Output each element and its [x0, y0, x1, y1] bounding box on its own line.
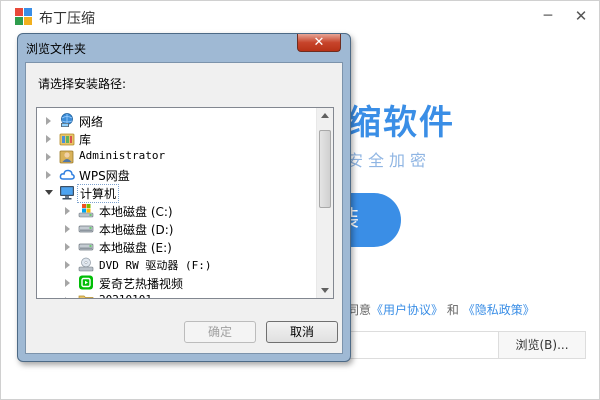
expand-arrow-icon[interactable]: [46, 171, 51, 179]
tree-item-label: Administrator: [79, 149, 166, 162]
hard-drive-icon: [78, 221, 94, 236]
install-path-field[interactable]: [347, 331, 499, 359]
agreement-connector: 和: [446, 303, 459, 317]
user-agreement-link[interactable]: 《用户协议》: [371, 303, 443, 317]
browse-folder-dialog: 浏览文件夹 ✕ 请选择安装路径: 网络 库 Administrator WPS网…: [17, 33, 351, 362]
tree-scrollbar[interactable]: [316, 108, 333, 298]
hard-drive-icon: [78, 239, 94, 254]
browse-button[interactable]: 浏览(B)...: [498, 331, 586, 359]
cloud-drive-icon: [59, 167, 75, 182]
expand-arrow-icon[interactable]: [65, 207, 70, 215]
expand-arrow-icon[interactable]: [65, 243, 70, 251]
user-folder-icon: [59, 149, 75, 164]
expand-arrow-icon[interactable]: [46, 135, 51, 143]
expand-arrow-icon[interactable]: [46, 117, 51, 125]
collapse-arrow-icon[interactable]: [45, 190, 53, 195]
title-bar[interactable]: 布丁压缩 ─ ✕: [1, 1, 600, 35]
expand-arrow-icon[interactable]: [65, 279, 70, 287]
tree-item-label: 本地磁盘 (C:): [99, 205, 173, 219]
network-icon: [59, 113, 75, 128]
scrollbar-thumb[interactable]: [319, 130, 331, 208]
scroll-down-arrow-icon[interactable]: [317, 282, 333, 298]
cancel-button[interactable]: 取消: [266, 321, 338, 343]
privacy-policy-link[interactable]: 《隐私政策》: [463, 303, 535, 317]
expand-arrow-icon[interactable]: [65, 297, 70, 298]
tree-item-label: 20210101: [99, 293, 152, 298]
scroll-up-arrow-icon[interactable]: [317, 108, 333, 124]
tree-item-label: 库: [79, 133, 92, 147]
tree-item-label: WPS网盘: [79, 169, 130, 183]
dialog-body: 请选择安装路径: 网络 库 Administrator WPS网盘 计算机 本地…: [25, 62, 343, 354]
dialog-title: 浏览文件夹: [26, 42, 87, 56]
tree-item-label: 计算机: [77, 184, 120, 203]
iqiyi-icon: [78, 275, 94, 290]
windows-drive-icon: [78, 203, 94, 218]
dialog-prompt: 请选择安装路径:: [38, 77, 127, 91]
tree-item-label: 本地磁盘 (E:): [99, 241, 172, 255]
library-icon: [59, 131, 75, 146]
dvd-drive-icon: [78, 257, 94, 272]
slogan-subtitle: 安全加密: [347, 151, 432, 170]
expand-arrow-icon[interactable]: [65, 225, 70, 233]
app-logo-icon: [15, 8, 32, 25]
close-button[interactable]: ✕: [569, 5, 593, 27]
dialog-close-button[interactable]: ✕: [297, 34, 341, 52]
computer-icon: [59, 185, 75, 200]
slogan-heading: 缩软件: [347, 103, 455, 143]
expand-arrow-icon[interactable]: [65, 261, 70, 269]
minimize-button[interactable]: ─: [536, 5, 560, 27]
expand-arrow-icon[interactable]: [46, 153, 51, 161]
folder-tree[interactable]: 网络 库 Administrator WPS网盘 计算机 本地磁盘 (C:) 本…: [36, 107, 334, 299]
app-title: 布丁压缩: [39, 11, 95, 27]
tree-item-label: 爱奇艺热播视频: [99, 277, 184, 291]
tree-item-label: 网络: [79, 115, 104, 129]
tree-item-label: DVD RW 驱动器 (F:): [99, 259, 212, 272]
agreement-text: 同意《用户协议》 和 《隐私政策》: [347, 301, 535, 318]
ok-button[interactable]: 确定: [184, 321, 256, 343]
tree-item-label: 本地磁盘 (D:): [99, 223, 174, 237]
folder-icon: [78, 293, 94, 298]
